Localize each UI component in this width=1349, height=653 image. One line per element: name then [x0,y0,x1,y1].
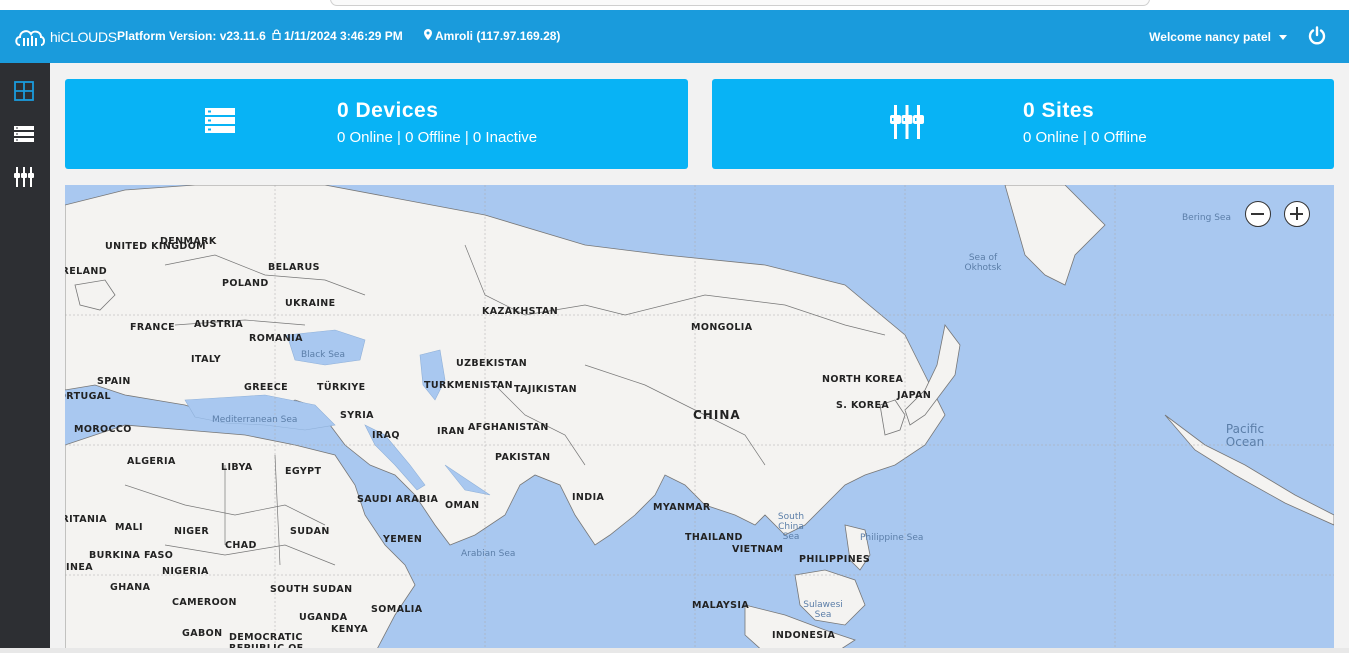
server-stack-icon [205,108,235,133]
country-label: INDIA [572,492,605,503]
country-label: AFGHANISTAN [468,422,549,433]
sea-label: South China Sea [777,512,805,542]
country-label: VIETNAM [732,544,784,555]
devices-title: 0 Devices [337,99,439,122]
country-label: SOUTH SUDAN [270,584,353,595]
country-label: BURKINA FASO [89,550,174,561]
country-label: TAJIKISTAN [514,384,577,395]
country-label: ITALY [191,354,222,365]
datetime-info: 1/11/2024 3:46:29 PM [272,29,403,43]
country-label: NIGERIA [162,566,209,577]
country-label: SOMALIA [371,604,423,615]
sites-subtitle: 0 Online | 0 Offline [1023,129,1147,146]
browser-top-strip [0,0,1349,10]
dashboard-grid-icon[interactable] [13,80,35,102]
country-label: AUSTRIA [194,319,244,330]
sea-label: Bering Sea [1182,213,1231,223]
sites-equalizer-icon [890,105,924,139]
zoom-out-button[interactable] [1245,201,1271,227]
country-label: FRANCE [130,322,175,333]
sea-label: Black Sea [301,350,345,360]
chevron-down-icon [1279,34,1287,40]
location-info: Amroli (117.97.169.28) [424,29,560,43]
hiclouds-logo[interactable]: hiCLOUDS [14,24,117,50]
datetime-text: 1/11/2024 3:46:29 PM [284,29,403,43]
country-label: SUDAN [290,526,330,537]
country-label: TURKMENISTAN [424,380,513,391]
world-map[interactable]: UNITED KINGDOM DENMARK IRELAND BELARUS P… [65,185,1334,653]
devices-subtitle: 0 Online | 0 Offline | 0 Inactive [337,129,538,146]
platform-version: Platform Version: v23.11.6 [117,29,266,43]
country-label: DENMARK [160,236,217,247]
country-label: IRAQ [372,430,400,441]
country-label: MONGOLIA [691,322,753,333]
country-label: UGANDA [299,612,348,623]
country-label: CHAD [225,540,257,551]
country-label: PHILIPPINES [799,554,871,565]
country-label: THAILAND [685,532,743,543]
devices-list-icon[interactable] [13,123,35,145]
country-label: PORTUGAL [65,391,111,402]
user-menu[interactable]: Welcome nancy patel [1149,30,1287,44]
map-pin-icon [424,29,432,43]
sidebar [0,63,50,653]
country-label: MAURITANIA [65,514,107,525]
main-content: 0 Devices 0 Online | 0 Offline | 0 Inact… [50,63,1349,653]
country-label: KENYA [331,624,369,635]
sites-equalizer-icon[interactable] [13,166,35,188]
country-label: TÜRKIYE [317,382,366,393]
country-label: GUINEA [65,562,93,573]
country-label: LIBYA [221,462,253,473]
country-label: IRAN [437,426,465,437]
zoom-in-button[interactable] [1284,201,1310,227]
country-label: ROMANIA [249,333,303,344]
country-label: JAPAN [897,390,932,401]
country-label: IRELAND [65,266,107,277]
country-label: POLAND [222,278,269,289]
country-label: NORTH KOREA [822,374,904,385]
top-strip-pill [330,0,1150,6]
sea-label: Pacific Ocean [1225,422,1265,449]
country-label: OMAN [445,500,480,511]
sea-label: Philippine Sea [860,533,924,543]
lock-icon [272,29,281,43]
country-label: GREECE [244,382,288,393]
country-label: NIGER [174,526,210,537]
country-label: UKRAINE [285,298,336,309]
country-label: MYANMAR [653,502,711,513]
app-header: hiCLOUDS Platform Version: v23.11.6 1/11… [0,10,1349,63]
country-label: ALGERIA [127,456,176,467]
country-label: SYRIA [340,410,374,421]
location-text: Amroli (117.97.169.28) [435,29,561,43]
sea-label: Sea of Okhotsk [964,253,1002,273]
country-label: SPAIN [97,376,131,387]
country-label: INDONESIA [772,630,836,641]
cloud-logo-icon [15,30,45,46]
sites-card[interactable]: 0 Sites 0 Online | 0 Offline [712,79,1334,169]
country-label: MOROCCO [74,424,132,435]
country-label: CHINA [693,408,741,422]
sea-label: Arabian Sea [461,549,516,559]
sea-label: Mediterranean Sea [212,415,298,425]
sea-label: Sulawesi Sea [803,600,843,620]
country-label: KAZAKHSTAN [482,306,559,317]
country-label: CAMEROON [172,597,237,608]
welcome-text: Welcome nancy patel [1149,30,1271,44]
country-label: YEMEN [383,534,423,545]
power-icon[interactable] [1307,26,1327,46]
country-label: GHANA [110,582,151,593]
sites-title: 0 Sites [1023,99,1095,122]
bottom-scrollbar[interactable] [0,648,1349,653]
country-label: PAKISTAN [495,452,551,463]
country-label: BELARUS [268,262,320,273]
country-label: S. KOREA [836,400,890,411]
devices-card[interactable]: 0 Devices 0 Online | 0 Offline | 0 Inact… [65,79,688,169]
country-label: MALI [115,522,143,533]
logo-text: hiCLOUDS [50,29,117,45]
country-label: UZBEKISTAN [456,358,528,369]
country-label: GABON [182,628,223,639]
country-label: MALAYSIA [692,600,750,611]
country-label: SAUDI ARABIA [357,494,439,505]
country-label: EGYPT [285,466,322,477]
